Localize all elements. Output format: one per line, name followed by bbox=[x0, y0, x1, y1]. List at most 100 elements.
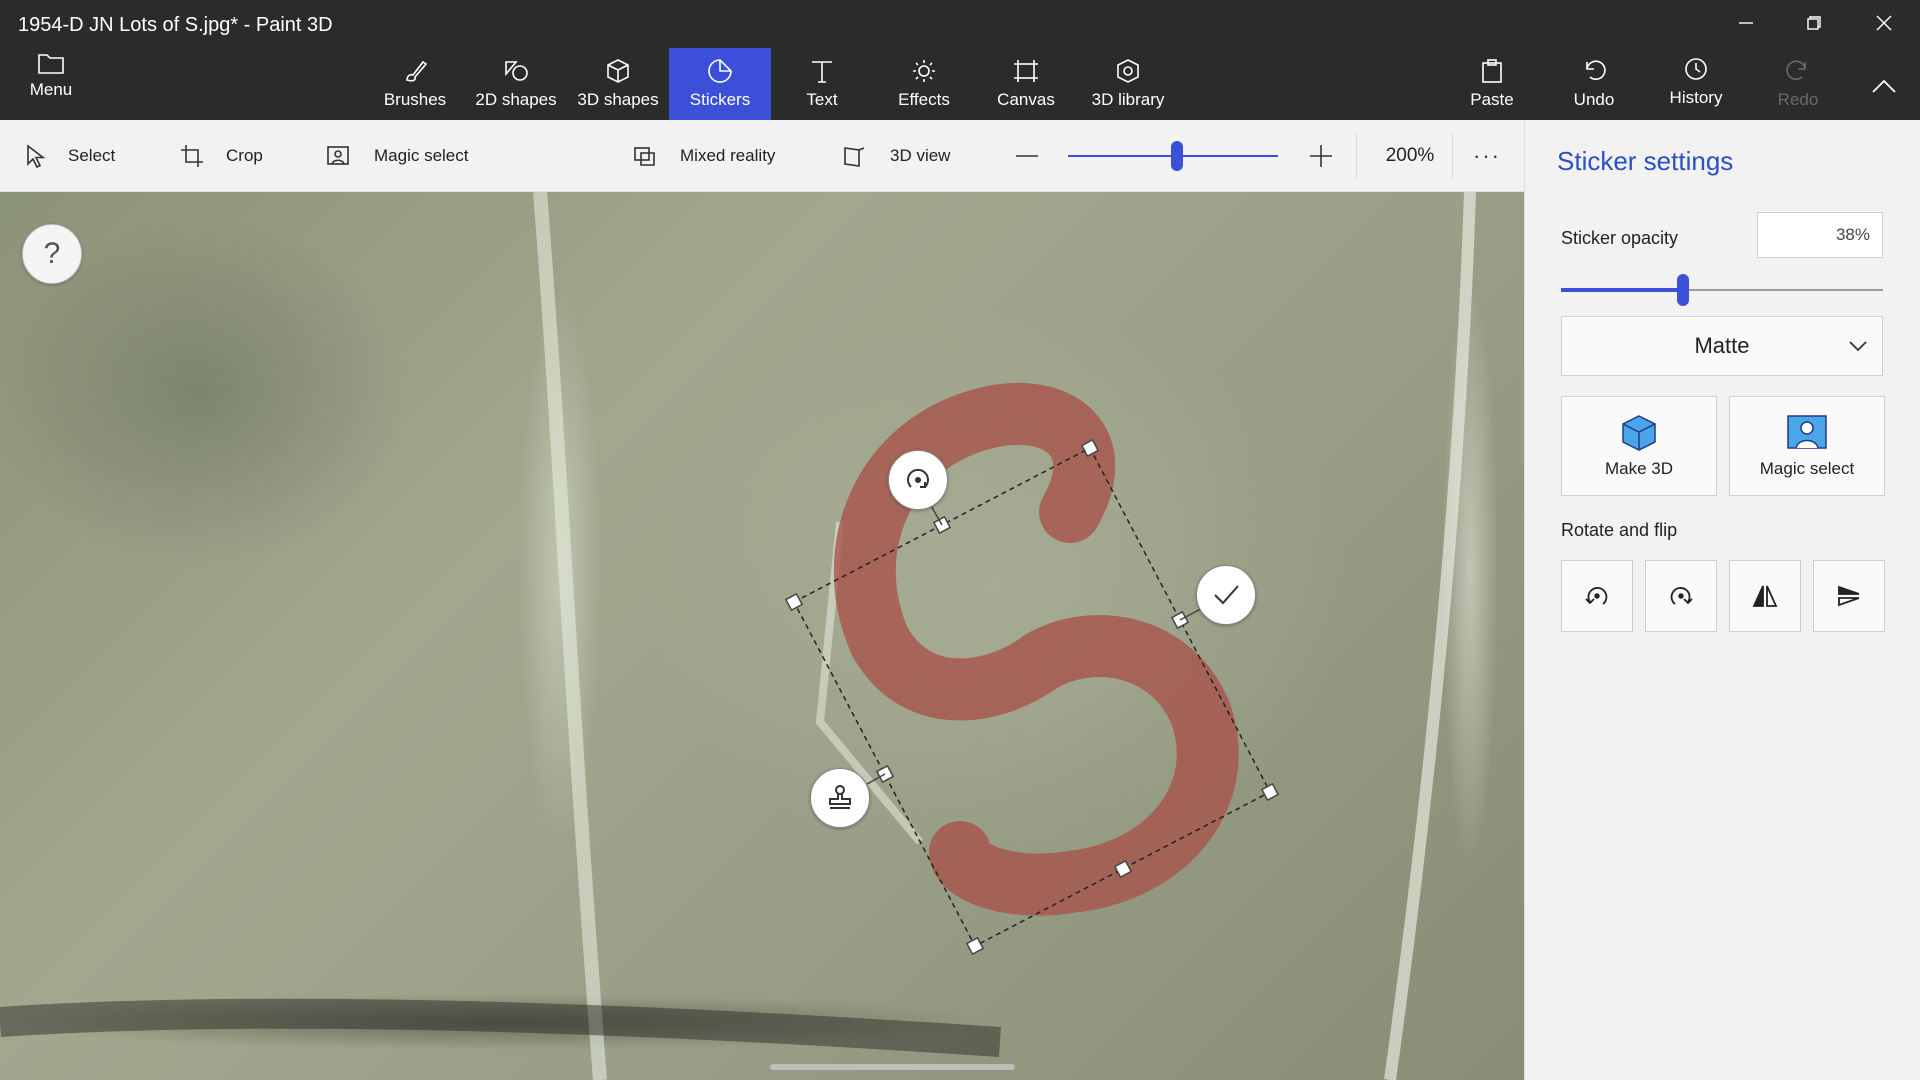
window-title: 1954-D JN Lots of S.jpg* - Paint 3D bbox=[18, 14, 333, 36]
undo-label: Undo bbox=[1573, 90, 1615, 109]
plus-icon bbox=[1310, 145, 1332, 167]
collapse-toolbar-button[interactable] bbox=[1862, 68, 1906, 104]
checkmark-icon bbox=[1214, 585, 1239, 605]
canvas-icon bbox=[1014, 60, 1038, 82]
undo-button[interactable]: Undo bbox=[1554, 48, 1634, 120]
tool-3d-library[interactable]: 3D library bbox=[1078, 48, 1178, 120]
canvas-area[interactable]: ? bbox=[0, 192, 1524, 1080]
minimize-button[interactable] bbox=[1712, 0, 1780, 46]
magic-select-icon bbox=[1787, 415, 1827, 449]
cursor-icon bbox=[27, 144, 46, 168]
folder-icon bbox=[38, 54, 64, 74]
zoom-slider-thumb[interactable] bbox=[1171, 141, 1184, 171]
2d-shapes-icon bbox=[505, 61, 528, 81]
restore-button[interactable] bbox=[1780, 0, 1848, 46]
resize-handle[interactable] bbox=[965, 936, 985, 956]
magic-select-label: Magic select bbox=[374, 146, 469, 165]
menu-label: Menu bbox=[29, 80, 73, 99]
minus-icon bbox=[1016, 155, 1038, 157]
menu-button[interactable]: Menu bbox=[10, 52, 92, 114]
opacity-slider-thumb[interactable] bbox=[1677, 274, 1690, 306]
magic-select-label: Magic select bbox=[1759, 459, 1855, 478]
text-icon bbox=[812, 61, 832, 83]
crop-button[interactable]: Crop bbox=[180, 120, 263, 192]
redo-label: Redo bbox=[1777, 90, 1819, 109]
tool-label: Brushes bbox=[383, 90, 447, 109]
flip-horizontal-icon bbox=[1752, 585, 1778, 607]
history-label: History bbox=[1669, 88, 1723, 107]
resize-handle[interactable] bbox=[1260, 782, 1280, 802]
coin-relief-line bbox=[1384, 192, 1476, 1080]
close-button[interactable] bbox=[1850, 0, 1918, 46]
rotate-icon bbox=[907, 468, 929, 488]
mixed-reality-label: Mixed reality bbox=[680, 146, 776, 165]
3d-view-label: 3D view bbox=[890, 146, 951, 165]
mixed-reality-button[interactable]: Mixed reality bbox=[632, 120, 775, 192]
panel-magic-select-button[interactable]: Magic select bbox=[1729, 396, 1885, 496]
tool-text[interactable]: Text bbox=[782, 48, 862, 120]
tool-3d-shapes[interactable]: 3D shapes bbox=[572, 48, 664, 120]
select-label: Select bbox=[68, 146, 116, 165]
rotate-left-button[interactable] bbox=[1561, 560, 1633, 632]
tool-effects[interactable]: Effects bbox=[884, 48, 964, 120]
tool-stickers[interactable]: Stickers bbox=[669, 48, 771, 120]
main-toolbar: 1954-D JN Lots of S.jpg* - Paint 3D Menu… bbox=[0, 0, 1920, 120]
3d-view-button[interactable]: 3D view bbox=[842, 120, 950, 192]
help-button[interactable]: ? bbox=[22, 224, 82, 284]
rotate-right-button[interactable] bbox=[1645, 560, 1717, 632]
redo-button[interactable]: Redo bbox=[1758, 48, 1838, 120]
make-3d-button[interactable]: Make 3D bbox=[1561, 396, 1717, 496]
flip-vertical-button[interactable] bbox=[1813, 560, 1885, 632]
flip-horizontal-button[interactable] bbox=[1729, 560, 1801, 632]
make-3d-label: Make 3D bbox=[1604, 459, 1674, 478]
panel-title: Sticker settings bbox=[1557, 146, 1734, 176]
rotate-flip-label: Rotate and flip bbox=[1561, 520, 1678, 540]
stamp-sticker-button[interactable] bbox=[810, 768, 870, 828]
opacity-slider-fill bbox=[1561, 288, 1684, 292]
tool-brushes[interactable]: Brushes bbox=[374, 48, 456, 120]
history-icon bbox=[1685, 58, 1707, 80]
resize-handle[interactable] bbox=[784, 592, 804, 612]
crop-label: Crop bbox=[226, 146, 263, 165]
sticker-layer bbox=[0, 192, 1476, 1080]
rotate-sticker-button[interactable] bbox=[888, 450, 948, 510]
crop-icon bbox=[181, 145, 203, 167]
confirm-sticker-button[interactable] bbox=[1196, 565, 1256, 625]
horizontal-scrollbar[interactable] bbox=[770, 1064, 1015, 1070]
zoom-value[interactable]: 200% bbox=[1370, 120, 1450, 192]
tool-label: Stickers bbox=[689, 90, 751, 109]
coin-relief-line bbox=[533, 192, 607, 1080]
undo-icon bbox=[1586, 60, 1606, 80]
tool-label: Effects bbox=[898, 90, 950, 109]
brush-icon bbox=[406, 60, 428, 82]
opacity-input[interactable]: 38% bbox=[1757, 212, 1883, 258]
magic-select-button[interactable]: Magic select bbox=[326, 120, 468, 192]
chevron-up-icon bbox=[1872, 79, 1896, 93]
paste-button[interactable]: Paste bbox=[1450, 48, 1534, 120]
tool-label: 3D shapes bbox=[577, 90, 659, 109]
3d-view-icon bbox=[844, 147, 865, 167]
opacity-label: Sticker opacity bbox=[1561, 228, 1679, 248]
tool-label: Text bbox=[806, 90, 838, 109]
finish-dropdown[interactable]: Matte bbox=[1561, 316, 1883, 376]
tool-label: Canvas bbox=[997, 90, 1055, 109]
zoom-in-button[interactable] bbox=[1306, 144, 1336, 168]
history-button[interactable]: History bbox=[1654, 48, 1738, 120]
clipboard-icon bbox=[1482, 59, 1502, 83]
stickers-icon bbox=[708, 59, 732, 83]
zoom-out-button[interactable] bbox=[1012, 144, 1042, 168]
stamp-icon bbox=[829, 785, 851, 809]
select-button[interactable]: Select bbox=[24, 120, 115, 192]
tool-label: 2D shapes bbox=[475, 90, 557, 109]
effects-icon bbox=[913, 60, 935, 82]
tool-canvas[interactable]: Canvas bbox=[986, 48, 1066, 120]
magic-select-icon bbox=[327, 146, 349, 165]
mixed-reality-icon bbox=[634, 147, 655, 166]
rotate-right-icon bbox=[1670, 587, 1693, 605]
tool-2d-shapes[interactable]: 2D shapes bbox=[468, 48, 564, 120]
rotate-left-icon bbox=[1585, 587, 1608, 605]
secondary-toolbar: Select Crop Magic select Mixed reality 3… bbox=[0, 120, 1524, 192]
minimize-icon bbox=[1739, 22, 1753, 24]
close-icon bbox=[1876, 15, 1892, 31]
more-options-button[interactable]: ··· bbox=[1462, 120, 1512, 192]
